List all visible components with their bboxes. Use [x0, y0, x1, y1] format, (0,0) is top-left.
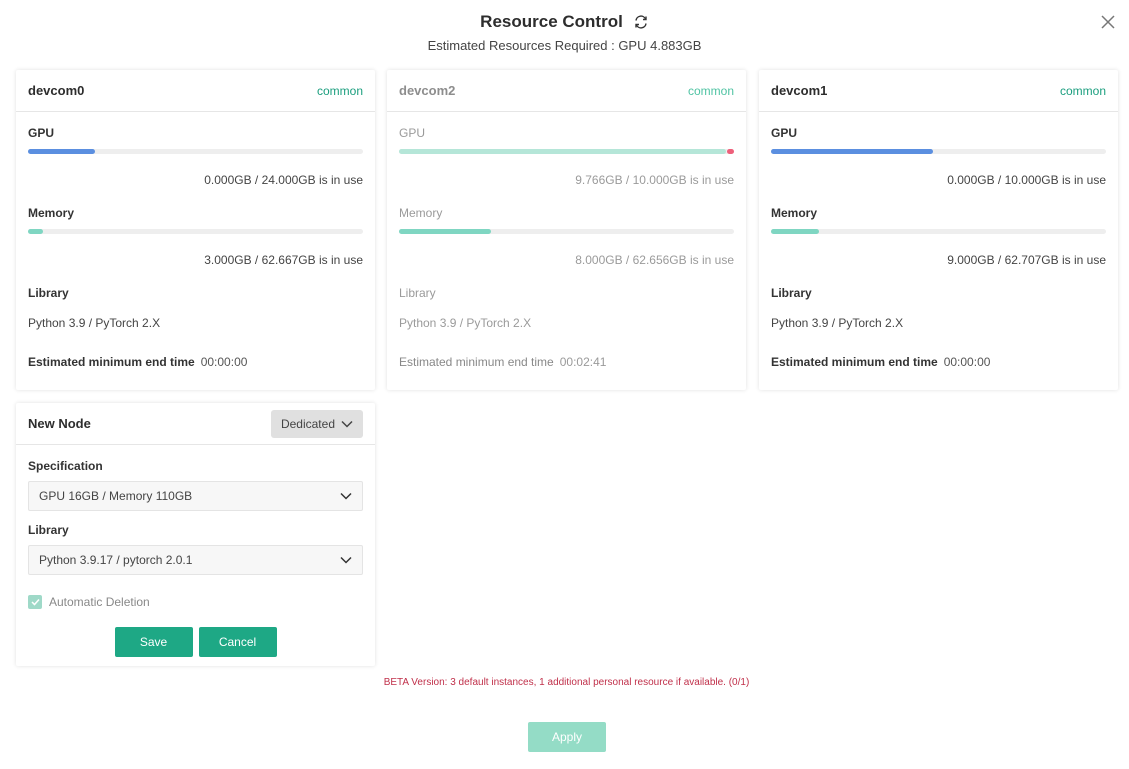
new-node-card: New Node Dedicated Specification GPU 16G… [16, 403, 375, 666]
specification-select[interactable]: GPU 16GB / Memory 110GB [28, 481, 363, 511]
library-value: Python 3.9 / PyTorch 2.X [28, 316, 161, 330]
server-card-devcom2: devcom2 common GPU 9.766GB / 10.000GB is… [387, 70, 746, 390]
memory-usage-text: 3.000GB / 62.667GB is in use [204, 253, 363, 267]
apply-button[interactable]: Apply [528, 722, 606, 752]
card-header: devcom0 common [16, 70, 375, 112]
chevron-down-icon [341, 420, 353, 428]
gpu-usage-fill [771, 149, 934, 154]
gpu-usage-text: 0.000GB / 10.000GB is in use [947, 173, 1106, 187]
gpu-usage-end-marker [727, 149, 734, 154]
save-button[interactable]: Save [114, 627, 193, 657]
server-tag: common [316, 83, 363, 98]
memory-usage-fill [399, 229, 492, 234]
memory-label: Memory [771, 206, 818, 220]
server-name: devcom1 [771, 83, 828, 98]
gpu-usage-text: 0.000GB / 24.000GB is in use [204, 173, 363, 187]
gpu-label: GPU [28, 126, 55, 140]
library-label: Library [399, 286, 436, 300]
card-header: devcom1 common [759, 70, 1118, 112]
server-name: devcom0 [28, 83, 85, 98]
gpu-label: GPU [771, 126, 798, 140]
server-tag: common [687, 83, 734, 98]
server-name: devcom2 [399, 83, 456, 98]
end-time-label: Estimated minimum end time [771, 355, 938, 369]
memory-usage-text: 8.000GB / 62.656GB is in use [575, 253, 734, 267]
chevron-down-icon [340, 492, 352, 500]
gpu-usage-bar [399, 149, 734, 154]
library-label: Library [771, 286, 812, 300]
end-time-value: 00:02:41 [559, 355, 607, 369]
node-actions: Save Cancel [28, 627, 363, 657]
cancel-button[interactable]: Cancel [198, 627, 277, 657]
memory-usage-bar [399, 229, 734, 234]
close-icon[interactable] [1100, 14, 1116, 30]
end-time-row: Estimated minimum end time 00:00:00 [771, 355, 1106, 369]
new-node-title: New Node [28, 416, 91, 431]
node-type-dropdown[interactable]: Dedicated [270, 409, 363, 438]
beta-notice: BETA Version: 3 default instances, 1 add… [383, 677, 750, 688]
gpu-usage-fill [399, 149, 726, 154]
server-card-devcom0[interactable]: devcom0 common GPU 0.000GB / 24.000GB is… [16, 70, 375, 390]
memory-usage-text: 9.000GB / 62.707GB is in use [947, 253, 1106, 267]
automatic-deletion-row: Automatic Deletion [28, 595, 363, 609]
gpu-usage-fill [28, 149, 95, 154]
automatic-deletion-checkbox[interactable] [28, 595, 42, 609]
library-value: Python 3.9.17 / pytorch 2.0.1 [39, 553, 193, 567]
library-label: Library [28, 286, 69, 300]
end-time-value: 00:00:00 [943, 355, 991, 369]
refresh-icon[interactable] [633, 14, 649, 30]
gpu-usage-text: 9.766GB / 10.000GB is in use [575, 173, 734, 187]
library-value: Python 3.9 / PyTorch 2.X [771, 316, 904, 330]
memory-usage-fill [771, 229, 819, 234]
end-time-label: Estimated minimum end time [28, 355, 195, 369]
end-time-row: Estimated minimum end time 00:02:41 [399, 355, 734, 369]
gpu-usage-bar [771, 149, 1106, 154]
memory-usage-bar [28, 229, 363, 234]
library-select[interactable]: Python 3.9.17 / pytorch 2.0.1 [28, 545, 363, 575]
end-time-label: Estimated minimum end time [399, 355, 554, 369]
library-label: Library [28, 523, 69, 537]
memory-usage-bar [771, 229, 1106, 234]
estimated-resources: Estimated Resources Required : GPU 4.883… [427, 38, 702, 53]
automatic-deletion-label: Automatic Deletion [49, 595, 150, 609]
specification-label: Specification [28, 459, 103, 473]
chevron-down-icon [340, 556, 352, 564]
end-time-row: Estimated minimum end time 00:00:00 [28, 355, 363, 369]
library-value: Python 3.9 / PyTorch 2.X [399, 316, 532, 330]
dialog-title: Resource Control [480, 12, 623, 31]
memory-label: Memory [28, 206, 75, 220]
node-type-value: Dedicated [280, 416, 335, 431]
memory-label: Memory [399, 206, 443, 220]
dialog-header: Resource Control Estimated Resources Req… [0, 12, 1129, 53]
specification-value: GPU 16GB / Memory 110GB [39, 489, 193, 503]
check-icon [30, 598, 40, 606]
server-tag: common [1059, 83, 1106, 98]
end-time-value: 00:00:00 [200, 355, 248, 369]
memory-usage-fill [28, 229, 44, 234]
gpu-usage-bar [28, 149, 363, 154]
new-node-header: New Node Dedicated [16, 403, 375, 445]
gpu-label: GPU [399, 126, 426, 140]
server-card-devcom1[interactable]: devcom1 common GPU 0.000GB / 10.000GB is… [759, 70, 1118, 390]
card-header: devcom2 common [387, 70, 746, 112]
